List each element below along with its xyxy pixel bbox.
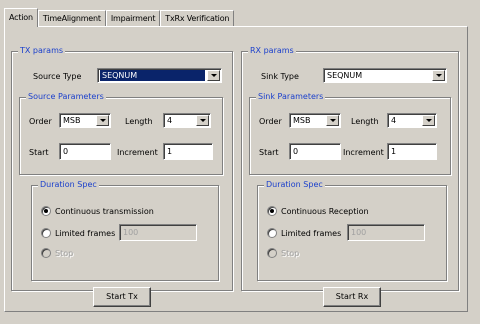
tx-limited-label: Limited frames <box>55 229 116 238</box>
tx-continuous-radio[interactable] <box>41 206 51 216</box>
tab-txrx-verification[interactable]: TxRx Verification <box>160 10 235 27</box>
tx-params-title: TX params <box>18 46 66 55</box>
rx-limited-frames-input[interactable]: 100 <box>347 224 425 241</box>
chevron-down-icon[interactable] <box>96 115 109 126</box>
rx-third-radio[interactable] <box>267 248 277 258</box>
tx-third-radio[interactable] <box>41 248 51 258</box>
chevron-down-icon[interactable] <box>326 115 339 126</box>
tx-start-label: Start <box>29 148 49 157</box>
tx-order-label: Order <box>29 117 52 126</box>
rx-limited-label: Limited frames <box>281 229 342 238</box>
rx-increment-label: Increment <box>343 148 384 157</box>
tx-length-label: Length <box>125 117 153 126</box>
source-type-label: Source Type <box>33 72 82 81</box>
rx-increment-input[interactable]: 1 <box>387 143 437 160</box>
tx-increment-input[interactable]: 1 <box>163 143 213 160</box>
rx-length-label: Length <box>351 117 379 126</box>
tx-increment-label: Increment <box>117 148 158 157</box>
rx-start-input[interactable]: 0 <box>289 143 341 160</box>
rx-order-value: MSB <box>293 116 311 125</box>
action-tab-panel: TX params Source Type SEQNUM Source Para… <box>4 26 468 312</box>
rx-duration-title: Duration Spec <box>264 180 325 189</box>
tx-start-input[interactable]: 0 <box>59 143 111 160</box>
tx-limited-frames-input[interactable]: 100 <box>119 224 197 241</box>
sink-type-select[interactable]: SEQNUM <box>323 68 447 83</box>
source-parameters-title: Source Parameters <box>26 92 106 101</box>
source-parameters-group: Source Parameters <box>19 92 223 175</box>
tx-order-value: MSB <box>63 116 81 125</box>
start-tx-button[interactable]: Start Tx <box>93 287 151 307</box>
rx-continuous-radio[interactable] <box>267 206 277 216</box>
rx-length-value: 4 <box>391 116 397 125</box>
tab-impairment[interactable]: Impairment <box>105 10 161 27</box>
source-type-value: SEQNUM <box>100 70 205 81</box>
tx-third-label: Stop <box>55 249 74 258</box>
rx-continuous-label: Continuous Reception <box>281 207 369 216</box>
start-rx-button[interactable]: Start Rx <box>323 287 381 307</box>
rx-third-label: Stop <box>281 249 300 258</box>
tab-time-alignment[interactable]: TimeAlignment <box>37 10 106 27</box>
rx-params-title: RX params <box>248 46 296 55</box>
tx-length-value: 4 <box>167 116 173 125</box>
rx-limited-radio[interactable] <box>267 228 277 238</box>
sink-type-value: SEQNUM <box>327 71 363 80</box>
tx-length-select[interactable]: 4 <box>163 113 211 128</box>
tx-duration-title: Duration Spec <box>38 180 99 189</box>
tx-limited-radio[interactable] <box>41 228 51 238</box>
chevron-down-icon[interactable] <box>432 70 445 81</box>
tx-order-select[interactable]: MSB <box>59 113 111 128</box>
tab-strip: Action TimeAlignment Impairment TxRx Ver… <box>4 8 235 27</box>
rx-length-select[interactable]: 4 <box>387 113 437 128</box>
tx-continuous-label: Continuous transmission <box>55 207 154 216</box>
rx-start-label: Start <box>259 148 279 157</box>
rx-order-label: Order <box>259 117 282 126</box>
sink-type-label: Sink Type <box>261 72 299 81</box>
chevron-down-icon[interactable] <box>207 70 220 81</box>
chevron-down-icon[interactable] <box>422 115 435 126</box>
rx-order-select[interactable]: MSB <box>289 113 341 128</box>
sink-parameters-group: Sink Parameters <box>249 92 451 175</box>
chevron-down-icon[interactable] <box>196 115 209 126</box>
source-type-select[interactable]: SEQNUM <box>97 68 222 83</box>
tab-action[interactable]: Action <box>4 8 38 27</box>
sink-parameters-title: Sink Parameters <box>256 92 326 101</box>
